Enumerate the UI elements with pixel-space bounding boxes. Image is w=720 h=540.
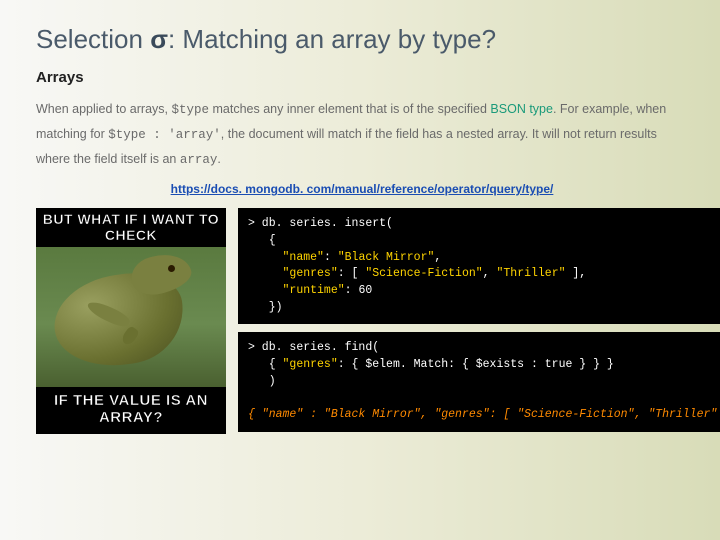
meme-top-text: BUT WHAT IF I WANT TO CHECK [36,208,226,247]
insert-l5b: : 60 [345,284,373,297]
find-code-block: > db. series. find( { "genres": { $elem.… [238,332,720,431]
docs-link-container: https://docs. mongodb. com/manual/refere… [36,180,688,198]
genres-key: "genres" [283,267,338,280]
find-l1: db. series. find( [255,341,379,354]
insert-l4a [248,267,283,280]
genre1-value: "Science-Fiction" [365,267,482,280]
insert-l3c: , [434,251,441,264]
find-genres-key: "genres" [283,358,338,371]
body-end: . [217,152,220,166]
sigma-icon: σ [150,24,168,54]
code-column: > db. series. insert( { "name": "Black M… [238,208,720,434]
docs-link[interactable]: https://docs. mongodb. com/manual/refere… [171,182,554,196]
lower-row: BUT WHAT IF I WANT TO CHECK IF THE VALUE… [36,208,688,434]
genre2-value: "Thriller" [496,267,565,280]
runtime-key: "runtime" [283,284,345,297]
insert-l4d: ], [566,267,587,280]
insert-l1: db. series. insert( [255,217,393,230]
meme-image: BUT WHAT IF I WANT TO CHECK IF THE VALUE… [36,208,226,434]
body-mid1: matches any inner element that is of the… [209,102,490,116]
find-l2a: { [248,358,283,371]
name-key: "name" [283,251,324,264]
name-value: "Black Mirror" [338,251,435,264]
slide: Selection σ: Matching an array by type? … [0,0,720,444]
insert-l6: }) [248,301,283,314]
meme-bottom-text: IF THE VALUE IS AN ARRAY? [36,387,226,434]
type-array-example: $type : 'array' [108,128,221,142]
title-suffix: : Matching an array by type? [168,24,496,54]
insert-l3a [248,251,283,264]
insert-l4b: : [ [338,267,366,280]
raptor-eye-shape [168,265,175,272]
find-output: { "name" : "Black Mirror", "genres": [ "… [248,408,720,421]
insert-l5a [248,284,283,297]
insert-l3b: : [324,251,338,264]
insert-l4c: , [483,267,497,280]
slide-title: Selection σ: Matching an array by type? [36,24,688,55]
prompt-icon-2: > [248,341,255,354]
find-l3: ) [248,375,276,388]
prompt-icon: > [248,217,255,230]
title-prefix: Selection [36,24,150,54]
insert-code-block: > db. series. insert( { "name": "Black M… [238,208,720,324]
type-operator: $type [172,103,210,117]
bson-link[interactable]: BSON type [490,102,553,116]
insert-l2: { [248,234,276,247]
array-word: array [180,153,218,167]
find-l2b: : { $elem. Match: { $exists : true } } } [338,358,614,371]
arrays-heading: Arrays [36,69,688,86]
raptor-image [36,247,226,387]
explanatory-text: When applied to arrays, $type matches an… [36,98,688,172]
body-pre: When applied to arrays, [36,102,172,116]
